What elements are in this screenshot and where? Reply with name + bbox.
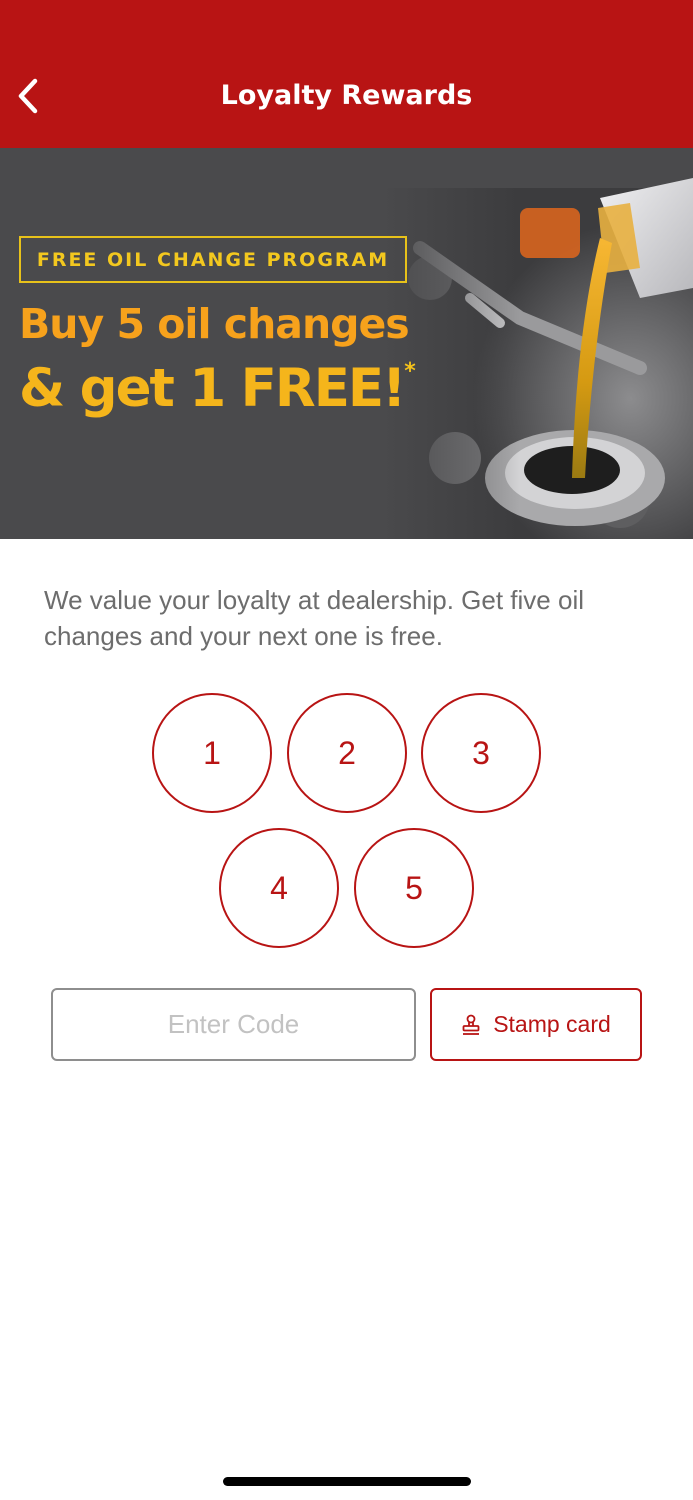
stamp-icon: [461, 1014, 481, 1036]
stamp-circle-1: 1: [152, 693, 272, 813]
code-input[interactable]: [51, 988, 416, 1061]
stamp-circle-4: 4: [219, 828, 339, 948]
stamp-circle-2: 2: [287, 693, 407, 813]
program-tag: FREE OIL CHANGE PROGRAM: [19, 236, 407, 283]
loyalty-description: We value your loyalty at dealership. Get…: [44, 585, 585, 651]
stamp-card-button[interactable]: Stamp card: [430, 988, 642, 1061]
home-indicator: [223, 1477, 471, 1486]
promo-banner: FREE OIL CHANGE PROGRAM Buy 5 oil change…: [0, 148, 693, 539]
stamp-circle-5: 5: [354, 828, 474, 948]
promo-headline-line2-text: & get 1 FREE!: [19, 358, 406, 419]
stamp-card-label: Stamp card: [493, 1011, 611, 1037]
stamp-circle-3: 3: [421, 693, 541, 813]
program-label: FREE OIL CHANGE PROGRAM: [36, 248, 390, 271]
promo-headline-line1: Buy 5 oil changes: [19, 300, 410, 348]
page-title: Loyalty Rewards: [220, 80, 473, 111]
promo-asterisk: *: [404, 359, 416, 384]
promo-headline-line2: & get 1 FREE!*: [19, 358, 416, 419]
app-header: Loyalty Rewards: [0, 0, 693, 148]
